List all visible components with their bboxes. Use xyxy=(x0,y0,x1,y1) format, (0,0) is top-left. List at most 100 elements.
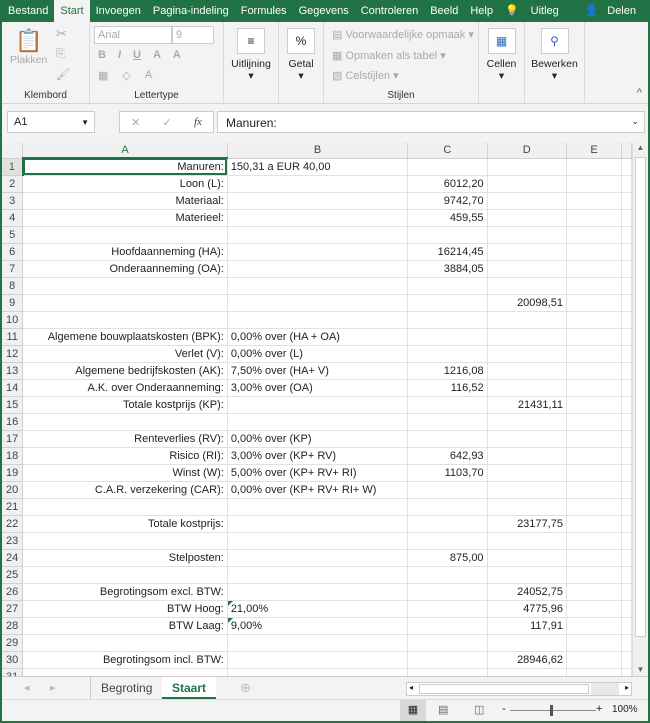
cell-b8[interactable] xyxy=(227,277,409,295)
row-header[interactable]: 19 xyxy=(2,464,24,482)
row-header[interactable]: 10 xyxy=(2,311,24,329)
zoom-slider[interactable] xyxy=(510,710,596,711)
cell-a19[interactable]: Winst (W): xyxy=(22,464,228,482)
cell-a31[interactable] xyxy=(22,668,228,676)
cell-c10[interactable] xyxy=(407,311,488,329)
cell-b29[interactable] xyxy=(227,634,409,652)
prev-sheet-icon[interactable]: ◂ xyxy=(24,681,30,694)
scroll-down-icon[interactable]: ▼ xyxy=(633,665,648,674)
column-header-e[interactable]: E xyxy=(566,143,623,159)
cell-b9[interactable] xyxy=(227,294,409,312)
cell-c9[interactable] xyxy=(407,294,488,312)
zoom-level[interactable]: 100% xyxy=(612,704,638,715)
cell-c21[interactable] xyxy=(407,498,488,516)
row-header[interactable]: 22 xyxy=(2,515,24,533)
cell-c7[interactable]: 3884,05 xyxy=(407,260,488,278)
cell-d1[interactable] xyxy=(487,158,567,176)
cell-a5[interactable] xyxy=(22,226,228,244)
cell-a17[interactable]: Renteverlies (RV): xyxy=(22,430,228,448)
ribbon-tab-bestand[interactable]: Bestand xyxy=(2,0,54,22)
cell-b16[interactable] xyxy=(227,413,409,431)
cell-b20[interactable]: 0,00% over (KP+ RV+ RI+ W) xyxy=(227,481,409,499)
cell-e23[interactable] xyxy=(566,532,623,550)
page-break-view-icon[interactable]: ◫ xyxy=(474,703,484,716)
cell-e22[interactable] xyxy=(566,515,623,533)
cell-a15[interactable]: Totale kostprijs (KP): xyxy=(22,396,228,414)
cell-b3[interactable] xyxy=(227,192,409,210)
enter-icon[interactable]: ✓ xyxy=(163,116,172,129)
cell-b26[interactable] xyxy=(227,583,409,601)
row-header[interactable]: 29 xyxy=(2,634,24,652)
cell-c17[interactable] xyxy=(407,430,488,448)
cell-b15[interactable] xyxy=(227,396,409,414)
row-header[interactable]: 27 xyxy=(2,600,24,618)
cell-a1[interactable]: Manuren: xyxy=(22,158,228,176)
share-button[interactable]: 👤 Delen xyxy=(578,0,648,22)
cell-e19[interactable] xyxy=(566,464,623,482)
cell-d24[interactable] xyxy=(487,549,567,567)
cell-d30[interactable]: 28946,62 xyxy=(487,651,567,669)
cell-c14[interactable]: 116,52 xyxy=(407,379,488,397)
cell-d20[interactable] xyxy=(487,481,567,499)
cell-d2[interactable] xyxy=(487,175,567,193)
row-header[interactable]: 8 xyxy=(2,277,24,295)
scroll-right-icon[interactable]: ▸ xyxy=(625,683,629,692)
cell-d7[interactable] xyxy=(487,260,567,278)
cell-a20[interactable]: C.A.R. verzekering (CAR): xyxy=(22,481,228,499)
cell-b5[interactable] xyxy=(227,226,409,244)
cell-b4[interactable] xyxy=(227,209,409,227)
spreadsheet-grid[interactable]: ABCDE 1 Manuren: 150,31 a EUR 40,00 2 Loon (… xyxy=(2,143,632,676)
cell-e14[interactable] xyxy=(566,379,623,397)
cell-d5[interactable] xyxy=(487,226,567,244)
row-header[interactable]: 20 xyxy=(2,481,24,499)
zoom-out-icon[interactable]: - xyxy=(502,703,506,715)
italic-button[interactable]: I xyxy=(118,49,121,61)
cell-e6[interactable] xyxy=(566,243,623,261)
scroll-up-icon[interactable]: ▲ xyxy=(633,143,648,152)
cell-d26[interactable]: 24052,75 xyxy=(487,583,567,601)
cell-b7[interactable] xyxy=(227,260,409,278)
shrink-font-button[interactable]: A xyxy=(173,49,181,61)
cell-b19[interactable]: 5,00% over (KP+ RV+ RI) xyxy=(227,464,409,482)
ribbon-tab-controleren[interactable]: Controleren xyxy=(355,0,424,22)
cell-d28[interactable]: 117,91 xyxy=(487,617,567,635)
cell-d18[interactable] xyxy=(487,447,567,465)
cell-c29[interactable] xyxy=(407,634,488,652)
cell-b28[interactable]: 9,00% xyxy=(227,617,409,635)
tell-me-button[interactable]: Uitleg xyxy=(525,0,565,22)
page-layout-view-icon[interactable]: ▤ xyxy=(438,703,448,716)
cell-e4[interactable] xyxy=(566,209,623,227)
normal-view-icon[interactable]: ▦ xyxy=(400,700,426,721)
cell-b11[interactable]: 0,00% over (HA + OA) xyxy=(227,328,409,346)
cell-c15[interactable] xyxy=(407,396,488,414)
cell-e15[interactable] xyxy=(566,396,623,414)
cell-a30[interactable]: Begrotingsom incl. BTW: xyxy=(22,651,228,669)
ribbon-tab-beeld[interactable]: Beeld xyxy=(424,0,464,22)
row-header[interactable]: 12 xyxy=(2,345,24,363)
ribbon-tab-formules[interactable]: Formules xyxy=(235,0,293,22)
row-header[interactable]: 3 xyxy=(2,192,24,210)
cell-d4[interactable] xyxy=(487,209,567,227)
number-group[interactable]: % Getal ▾ xyxy=(279,22,324,104)
cell-a14[interactable]: A.K. over Onderaanneming: xyxy=(22,379,228,397)
cell-d12[interactable] xyxy=(487,345,567,363)
cell-c8[interactable] xyxy=(407,277,488,295)
cell-e28[interactable] xyxy=(566,617,623,635)
ribbon-tab-gegevens[interactable]: Gegevens xyxy=(293,0,355,22)
cell-b1[interactable]: 150,31 a EUR 40,00 xyxy=(227,158,409,176)
column-header-a[interactable]: A xyxy=(22,143,228,159)
cell-a9[interactable] xyxy=(22,294,228,312)
font-size-select[interactable]: 9 xyxy=(172,26,214,44)
cell-e1[interactable] xyxy=(566,158,623,176)
cell-d14[interactable] xyxy=(487,379,567,397)
cell-b12[interactable]: 0,00% over (L) xyxy=(227,345,409,363)
cell-b23[interactable] xyxy=(227,532,409,550)
cell-a18[interactable]: Risico (RI): xyxy=(22,447,228,465)
cell-c16[interactable] xyxy=(407,413,488,431)
horizontal-scrollbar[interactable]: ◂ ▸ xyxy=(406,682,632,696)
cell-e31[interactable] xyxy=(566,668,623,676)
cell-c31[interactable] xyxy=(407,668,488,676)
cell-e18[interactable] xyxy=(566,447,623,465)
cell-c4[interactable]: 459,55 xyxy=(407,209,488,227)
cell-c5[interactable] xyxy=(407,226,488,244)
